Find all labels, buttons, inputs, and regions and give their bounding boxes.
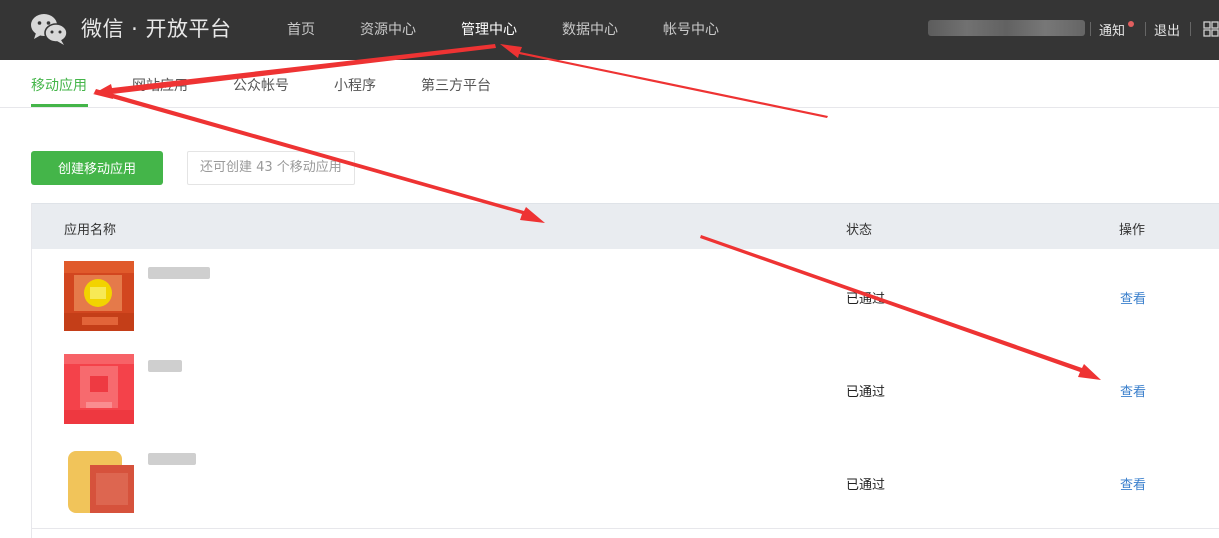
table-row: 已通过 查看 (32, 342, 1219, 436)
tab-mobile-apps[interactable]: 移动应用 (31, 75, 87, 95)
tab-website-apps[interactable]: 网站应用 (132, 75, 188, 95)
wechat-logo-icon (31, 14, 68, 45)
view-app-link[interactable]: 查看 (1120, 381, 1146, 400)
column-header-actions: 操作 (1119, 223, 1146, 238)
nav-item-management[interactable]: 管理中心 (461, 19, 517, 39)
brand-title[interactable]: 微信 · 开放平台 (81, 13, 232, 43)
create-mobile-app-button[interactable]: 创建移动应用 (31, 151, 163, 185)
app-icon (64, 447, 134, 517)
nav-item-account[interactable]: 帐号中心 (663, 19, 719, 39)
status-badge: 已通过 (846, 292, 886, 307)
divider (1145, 22, 1146, 36)
sub-navigation: 移动应用 网站应用 公众帐号 小程序 第三方平台 (0, 60, 1219, 108)
more-menu-icon[interactable] (1203, 21, 1219, 37)
app-icon (64, 354, 134, 424)
divider (1190, 22, 1191, 36)
nav-item-data[interactable]: 数据中心 (562, 19, 618, 39)
nav-item-home[interactable]: 首页 (287, 19, 315, 39)
table-row: 已通过 查看 (32, 249, 1219, 343)
notification-dot-icon (1128, 21, 1134, 27)
quota-tip: 还可创建 43 个移动应用 (187, 151, 355, 185)
table-row: 已通过 查看 (32, 435, 1219, 529)
top-bar: 微信 · 开放平台 首页 资源中心 管理中心 数据中心 帐号中心 通知 退出 (0, 0, 1219, 60)
divider (1090, 22, 1091, 36)
active-tab-indicator (31, 104, 88, 107)
notify-link[interactable]: 通知 (1099, 20, 1125, 39)
app-name-redacted (148, 453, 196, 465)
app-name-redacted (148, 360, 182, 372)
tab-mini-programs[interactable]: 小程序 (334, 75, 376, 95)
table-header: 应用名称 状态 操作 (32, 203, 1219, 250)
apps-table: 应用名称 状态 操作 已通过 查看 已通过 查看 已通过 查看 (31, 203, 1219, 538)
view-app-link[interactable]: 查看 (1120, 288, 1146, 307)
status-badge: 已通过 (846, 478, 886, 493)
tab-third-party-platform[interactable]: 第三方平台 (421, 75, 491, 95)
nav-item-resources[interactable]: 资源中心 (360, 19, 416, 39)
app-icon (64, 261, 134, 331)
logout-link[interactable]: 退出 (1154, 20, 1180, 39)
status-badge: 已通过 (846, 385, 886, 400)
account-name-redacted[interactable] (928, 20, 1085, 36)
column-header-status: 状态 (846, 223, 873, 238)
app-name-redacted (148, 267, 210, 279)
view-app-link[interactable]: 查看 (1120, 474, 1146, 493)
tab-official-accounts[interactable]: 公众帐号 (233, 75, 289, 95)
column-header-app-name: 应用名称 (64, 223, 117, 238)
